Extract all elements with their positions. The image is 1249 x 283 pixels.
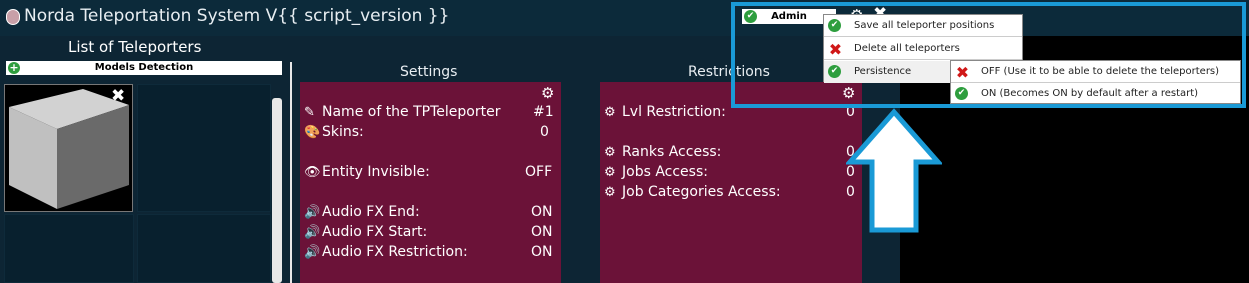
teleporter-slot[interactable]: [137, 214, 271, 283]
plus-icon: +: [8, 61, 20, 74]
setting-value-invisible: OFF: [525, 164, 553, 180]
window-title: Norda Teleportation System V{{ script_ve…: [24, 6, 450, 26]
setting-value-audio-end: ON: [531, 204, 553, 220]
app-icon: [6, 9, 20, 25]
delete-teleporter-icon[interactable]: ✖: [111, 86, 125, 106]
highlight-box: [731, 2, 1246, 108]
setting-row-audio-end[interactable]: 🔊 Audio FX End:: [304, 204, 420, 220]
gear-icon: ⚙: [604, 165, 616, 180]
restrictions-panel: ⚙ ⚙ Lvl Restriction: 0 ⚙ Ranks Access: 0 ⚙…: [600, 82, 862, 283]
setting-row-invisible[interactable]: 👁Entity Invisible:: [304, 164, 430, 180]
setting-value-audio-restriction: ON: [531, 244, 553, 260]
setting-value-name: #1: [533, 104, 554, 120]
gear-icon: ⚙: [604, 105, 616, 120]
setting-row-audio-start[interactable]: 🔊 Audio FX Start:: [304, 224, 427, 240]
speaker-icon: 🔊: [304, 205, 321, 220]
palette-icon: 🎨: [304, 125, 321, 140]
eye-icon: 👁: [304, 165, 321, 180]
up-arrow-icon: [846, 108, 942, 233]
restriction-row-ranks[interactable]: ⚙ Ranks Access:: [604, 144, 721, 160]
setting-row-skins[interactable]: 🎨 Skins:: [304, 124, 364, 140]
restriction-row-lvl[interactable]: ⚙ Lvl Restriction:: [604, 104, 726, 120]
restriction-row-jobs[interactable]: ⚙ Jobs Access:: [604, 164, 708, 180]
setting-value-audio-start: ON: [531, 224, 553, 240]
settings-title: Settings: [400, 64, 458, 80]
setting-row-name[interactable]: ✎ Name of the TPTeleporter: [304, 104, 500, 120]
restriction-row-job-categories[interactable]: ⚙ Job Categories Access:: [604, 184, 781, 200]
models-detection-label: Models Detection: [94, 62, 194, 73]
gear-icon: ⚙: [604, 185, 616, 200]
vertical-divider: [290, 62, 292, 283]
list-scrollbar[interactable]: [272, 98, 282, 283]
setting-value-skins: 0: [540, 124, 549, 140]
setting-row-audio-restriction[interactable]: 🔊 Audio FX Restriction:: [304, 244, 468, 260]
pencil-icon: ✎: [304, 105, 315, 120]
settings-panel: ⚙ ✎ Name of the TPTeleporter #1 🎨 Skins: 0…: [300, 82, 561, 283]
settings-gear-icon[interactable]: ⚙: [541, 84, 554, 102]
speaker-icon: 🔊: [304, 245, 321, 260]
teleporter-slot[interactable]: [4, 214, 134, 283]
gear-icon: ⚙: [604, 145, 616, 160]
speaker-icon: 🔊: [304, 225, 321, 240]
teleporter-slot[interactable]: [137, 84, 271, 212]
models-detection-button[interactable]: + Models Detection: [6, 61, 282, 75]
sidebar-title: List of Teleporters: [68, 38, 202, 56]
